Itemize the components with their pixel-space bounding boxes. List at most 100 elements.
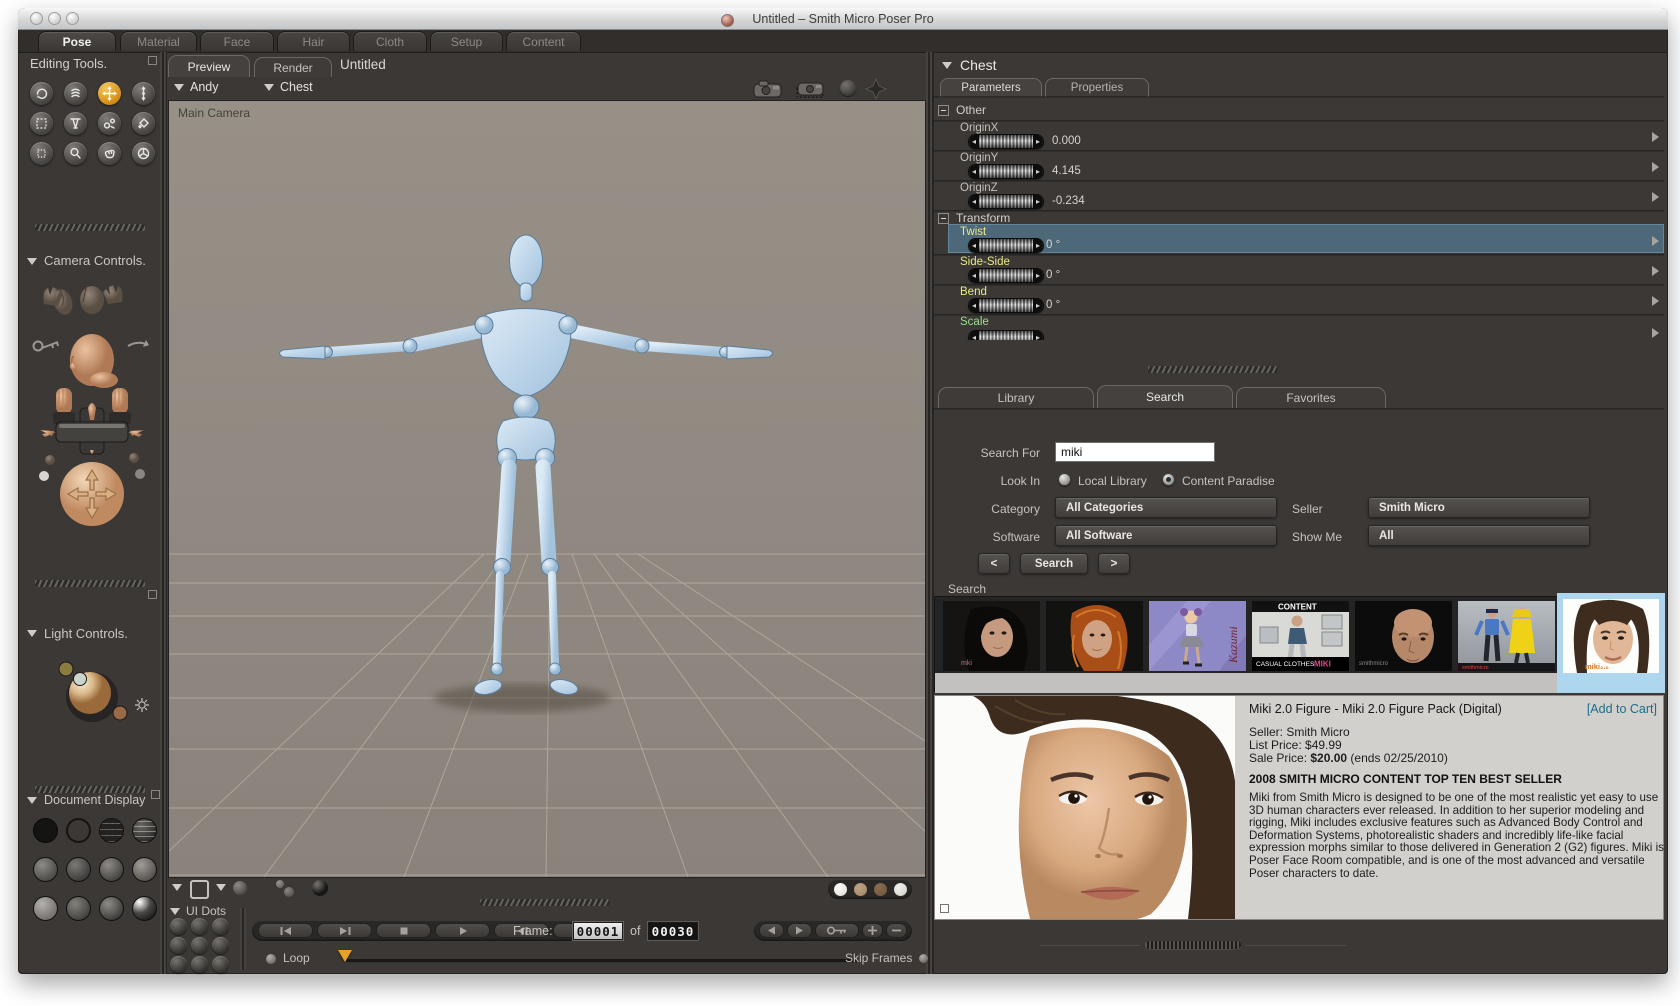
side-side-menu-arrow[interactable]: [1652, 266, 1659, 276]
originy-dial[interactable]: [968, 164, 1044, 179]
foreground-color-dot[interactable]: [854, 882, 867, 896]
move-figure-icon[interactable]: [864, 78, 888, 100]
translate-pull-tool-button[interactable]: [98, 82, 121, 105]
current-frame-field[interactable]: 00001: [573, 922, 623, 940]
editing-tools-collapse-box[interactable]: [148, 56, 157, 65]
direct-manipulation-tool-button[interactable]: [98, 142, 121, 165]
bend-menu-arrow[interactable]: [1652, 296, 1659, 306]
scale-menu-arrow[interactable]: [1652, 328, 1659, 338]
light-controls-collapse-box[interactable]: [148, 590, 157, 599]
shadow-toggle-icon[interactable]: [312, 880, 328, 896]
figure-menu-arrow-icon[interactable]: [174, 84, 184, 91]
originy-value[interactable]: 4.145: [1052, 165, 1081, 177]
play-button[interactable]: [435, 923, 490, 938]
document-display-collapse-icon[interactable]: [27, 797, 37, 804]
skip-frames-toggle[interactable]: [919, 954, 928, 963]
tab-hair[interactable]: Hair: [277, 31, 350, 51]
side-side-dial[interactable]: [968, 268, 1044, 283]
delete-keyframe-button[interactable]: [886, 923, 907, 938]
total-frames-field[interactable]: 00030: [648, 922, 698, 940]
library-resize-handle[interactable]: [1145, 941, 1241, 949]
animation-palette-divider-handle[interactable]: [480, 899, 610, 906]
seller-dropdown[interactable]: Smith Micro: [1368, 497, 1590, 518]
viewport-3d[interactable]: [168, 100, 926, 878]
result-thumb-miki-figure[interactable]: miki₂.₀: [1563, 599, 1659, 673]
frame-all-icon[interactable]: [190, 880, 209, 899]
add-keyframe-button[interactable]: [862, 923, 883, 938]
tab-content[interactable]: Content: [506, 31, 581, 51]
stop-button[interactable]: [376, 923, 431, 938]
result-thumb-miki-hair[interactable]: [1046, 601, 1143, 671]
previous-keyframe-button[interactable]: [759, 923, 784, 938]
search-button[interactable]: Search: [1020, 553, 1088, 574]
camera-controls-cluster[interactable]: [26, 280, 158, 530]
camera-quick-menu-icon[interactable]: [172, 884, 182, 891]
content-paradise-label[interactable]: Content Paradise: [1182, 474, 1275, 488]
tab-setup[interactable]: Setup: [430, 31, 503, 51]
right-panel-splitter[interactable]: [926, 52, 934, 974]
twist-tool-button[interactable]: [64, 82, 87, 105]
camera-controls-collapse-icon[interactable]: [27, 258, 37, 265]
tracking-dots-icon-2[interactable]: [284, 887, 294, 897]
ground-color-dot[interactable]: [894, 882, 907, 896]
originz-dial[interactable]: [968, 194, 1044, 209]
timeline-slider[interactable]: [346, 959, 858, 963]
ui-dots-splitter[interactable]: [240, 908, 246, 970]
display-style-smooth-shaded[interactable]: [33, 896, 58, 921]
display-style-texture-shaded[interactable]: [99, 896, 124, 921]
display-style-flat-lined[interactable]: [99, 857, 124, 882]
display-style-shadowed[interactable]: [132, 896, 157, 921]
sidebar-divider-handle-1[interactable]: [35, 224, 145, 231]
originy-menu-arrow[interactable]: [1652, 162, 1659, 172]
result-thumb-casual-pack[interactable]: CONTENT CASUAL CLOTHES MIKI: [1252, 601, 1349, 671]
twist-dial[interactable]: [968, 238, 1044, 253]
next-page-button[interactable]: >: [1098, 553, 1130, 574]
content-paradise-radio[interactable]: [1162, 473, 1175, 486]
tab-render[interactable]: Render: [254, 57, 332, 77]
twist-menu-arrow[interactable]: [1652, 236, 1659, 246]
twist-value[interactable]: 0 °: [1046, 239, 1060, 251]
result-thumb-face-room[interactable]: smithmicro: [1355, 601, 1452, 671]
camera-view-icon[interactable]: [753, 79, 783, 98]
tab-favorites[interactable]: Favorites: [1236, 387, 1386, 408]
originx-dial[interactable]: [968, 134, 1044, 149]
group-other-collapse-box[interactable]: [938, 105, 949, 116]
sidebar-splitter[interactable]: [160, 52, 167, 974]
tab-face[interactable]: Face: [200, 31, 274, 51]
result-thumb-kazumi[interactable]: Kazumi: [1149, 601, 1246, 671]
scale-tool-button[interactable]: [30, 112, 53, 135]
figure-menu[interactable]: Andy: [190, 80, 219, 94]
view-orbit-tool-button[interactable]: [132, 142, 155, 165]
originz-menu-arrow[interactable]: [1652, 192, 1659, 202]
tracking-ball-icon[interactable]: [233, 881, 247, 895]
bend-dial[interactable]: [968, 298, 1044, 313]
last-frame-button[interactable]: [317, 923, 372, 938]
grouping-tool-button[interactable]: [30, 142, 53, 165]
edit-keyframes-button[interactable]: [815, 923, 859, 938]
tab-properties[interactable]: Properties: [1045, 78, 1149, 97]
display-style-wireframe[interactable]: [99, 818, 124, 843]
local-library-radio[interactable]: [1058, 473, 1071, 486]
originx-value[interactable]: 0.000: [1052, 135, 1081, 147]
tab-material[interactable]: Material: [120, 31, 197, 51]
taper-tool-button[interactable]: [64, 112, 87, 135]
tab-preview[interactable]: Preview: [168, 55, 250, 77]
show-me-dropdown[interactable]: All: [1368, 525, 1590, 546]
camera-dolly-icon[interactable]: [793, 79, 825, 98]
document-display-collapse-box[interactable]: [151, 790, 160, 799]
tab-library[interactable]: Library: [938, 387, 1094, 408]
rotate-tool-button[interactable]: [30, 82, 53, 105]
display-style-silhouette[interactable]: [33, 818, 58, 843]
actor-menu-arrow-icon[interactable]: [264, 84, 274, 91]
light-controls-collapse-icon[interactable]: [27, 630, 37, 637]
bend-value[interactable]: 0 °: [1046, 299, 1060, 311]
morph-tool-button[interactable]: [98, 112, 121, 135]
background-color-dot[interactable]: [834, 882, 847, 896]
category-dropdown[interactable]: All Categories: [1055, 497, 1277, 518]
originz-value[interactable]: -0.234: [1052, 195, 1085, 207]
tab-cloth[interactable]: Cloth: [353, 31, 427, 51]
local-library-label[interactable]: Local Library: [1078, 474, 1147, 488]
group-transform-collapse-box[interactable]: [938, 213, 949, 224]
tab-search[interactable]: Search: [1097, 385, 1233, 408]
sidebar-divider-handle-2[interactable]: [35, 580, 145, 587]
